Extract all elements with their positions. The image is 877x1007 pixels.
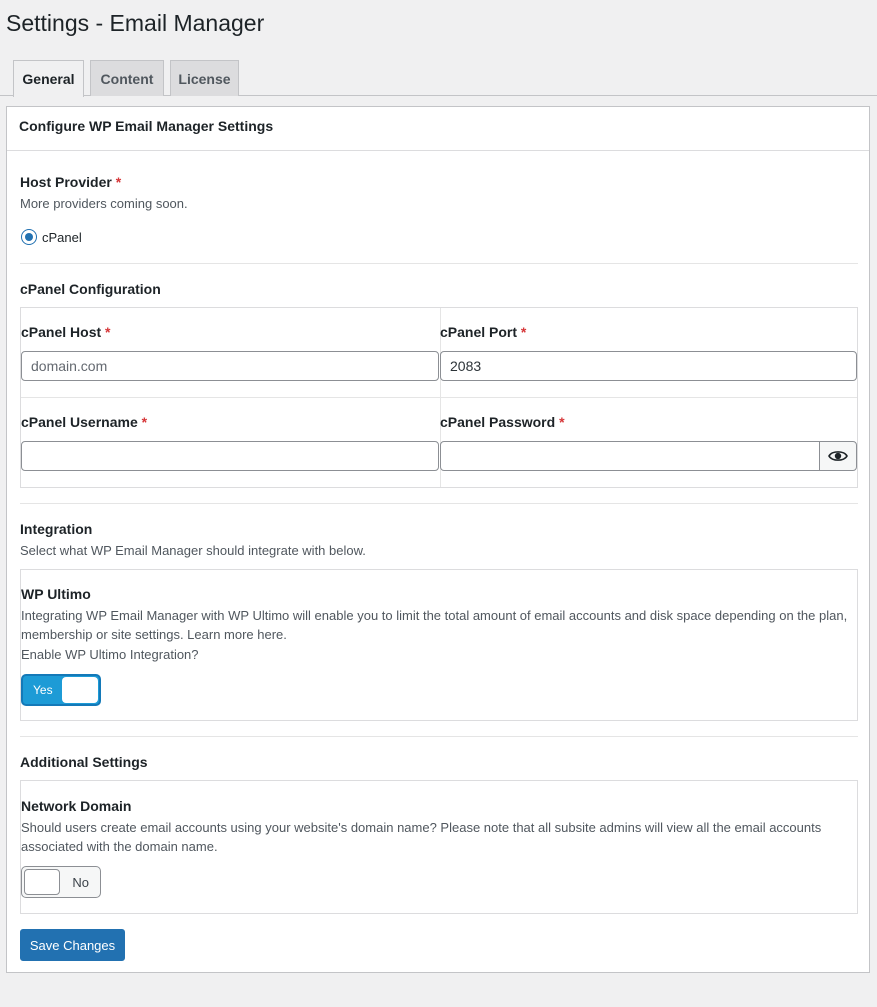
cpanel-radio[interactable] (21, 229, 37, 245)
network-domain-title: Network Domain (21, 798, 132, 814)
cpanel-password-input[interactable] (440, 441, 820, 471)
tab-content[interactable]: Content (90, 60, 164, 96)
cpanel-port-label: cPanel Port * (440, 324, 527, 340)
panel-heading: Configure WP Email Manager Settings (7, 107, 869, 151)
integration-heading: Integration (20, 521, 93, 537)
divider (20, 736, 858, 737)
cpanel-host-input[interactable] (21, 351, 439, 381)
divider (20, 503, 858, 504)
wp-ultimo-description-line2: membership or site settings. Learn more … (21, 627, 287, 642)
page-title: Settings - Email Manager (6, 10, 265, 36)
required-mark: * (520, 324, 527, 340)
cpanel-username-label: cPanel Username * (21, 414, 148, 430)
wp-ultimo-box: WP Ultimo Integrating WP Email Manager w… (20, 569, 858, 721)
divider (20, 263, 858, 264)
cpanel-config-grid: cPanel Host * cPanel Port * cPanel Usern… (20, 307, 858, 488)
tab-license[interactable]: License (170, 60, 239, 96)
cpanel-radio-option[interactable]: cPanel (21, 229, 82, 245)
network-domain-toggle[interactable]: No (21, 866, 101, 898)
network-domain-description-line2: associated with the domain name. (21, 839, 218, 854)
show-password-button[interactable] (819, 441, 857, 471)
save-changes-button[interactable]: Save Changes (20, 929, 125, 961)
toggle-label: No (72, 874, 89, 890)
tab-general[interactable]: General (13, 60, 84, 97)
cpanel-username-input[interactable] (21, 441, 439, 471)
network-domain-description-line1: Should users create email accounts using… (21, 820, 822, 835)
wp-ultimo-title: WP Ultimo (21, 586, 91, 602)
required-mark: * (141, 414, 148, 430)
wp-ultimo-description-line1: Integrating WP Email Manager with WP Ult… (21, 608, 848, 623)
host-provider-description: More providers coming soon. (20, 196, 188, 211)
host-provider-label: Host Provider * (20, 174, 122, 190)
eye-icon (828, 451, 848, 461)
cpanel-password-label: cPanel Password * (440, 414, 565, 430)
wp-ultimo-toggle[interactable]: Yes (21, 674, 101, 706)
additional-settings-heading: Additional Settings (20, 754, 148, 770)
settings-panel: Configure WP Email Manager Settings Host… (6, 106, 870, 973)
network-domain-box: Network Domain Should users create email… (20, 780, 858, 914)
toggle-knob (62, 677, 98, 703)
integration-description: Select what WP Email Manager should inte… (20, 543, 366, 558)
tab-bar: General Content License (0, 60, 877, 97)
cpanel-host-label: cPanel Host * (21, 324, 111, 340)
required-mark: * (105, 324, 111, 340)
wp-ultimo-question: Enable WP Ultimo Integration? (21, 647, 199, 662)
cpanel-port-input[interactable] (440, 351, 857, 381)
cpanel-config-heading: cPanel Configuration (20, 281, 161, 297)
toggle-label: Yes (33, 683, 53, 697)
required-mark: * (115, 174, 122, 190)
required-mark: * (559, 414, 565, 430)
cpanel-radio-label: cPanel (42, 229, 82, 245)
toggle-knob (24, 869, 60, 895)
